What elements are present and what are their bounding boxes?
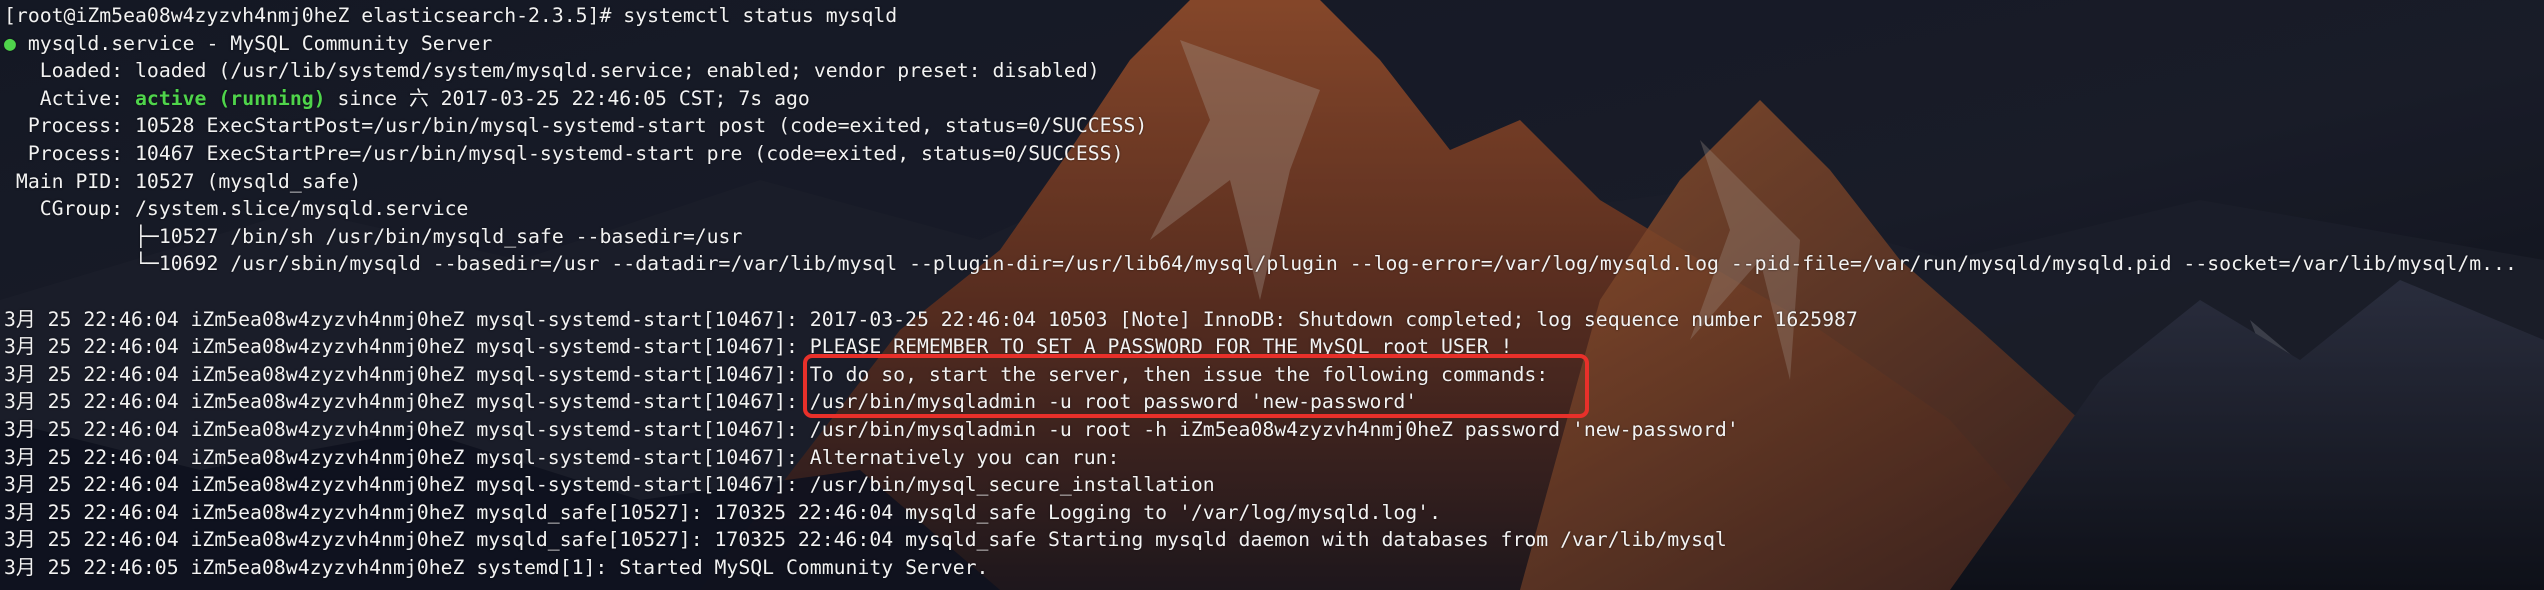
active-label: Active:: [4, 86, 136, 110]
highlight-annotation-box: [803, 354, 1589, 418]
loaded-line: Loaded: loaded (/usr/lib/systemd/system/…: [4, 59, 1100, 83]
log-line: 3月 25 22:46:04 iZm5ea08w4zyzvh4nmj0heZ m…: [4, 500, 1441, 524]
log-line: 3月 25 22:46:04 iZm5ea08w4zyzvh4nmj0heZ m…: [4, 528, 1727, 552]
log-line: 3月 25 22:46:05 iZm5ea08w4zyzvh4nmj0heZ s…: [4, 555, 989, 579]
active-line: Active: active (running) since 六 2017-03…: [4, 85, 2544, 113]
log-line: 3月 25 22:46:04 iZm5ea08w4zyzvh4nmj0heZ m…: [4, 473, 1215, 497]
log-line: 3月 25 22:46:04 iZm5ea08w4zyzvh4nmj0heZ m…: [4, 445, 1120, 469]
cgroup-line: CGroup: /system.slice/mysqld.service: [4, 197, 469, 221]
active-state: active (running): [135, 86, 326, 110]
process-line-pre: Process: 10467 ExecStartPre=/usr/bin/mys…: [4, 141, 1124, 165]
log-line: 3月 25 22:46:04 iZm5ea08w4zyzvh4nmj0heZ m…: [4, 417, 1739, 441]
process-line-post: Process: 10528 ExecStartPost=/usr/bin/my…: [4, 114, 1148, 138]
cgroup-child-mysqld: └─10692 /usr/sbin/mysqld --basedir=/usr …: [4, 252, 2517, 276]
shell-prompt-command: [root@iZm5ea08w4zyzvh4nmj0heZ elasticsea…: [4, 4, 898, 27]
service-title: mysqld.service - MySQL Community Server: [15, 31, 493, 55]
service-header: ● mysqld.service - MySQL Community Serve…: [4, 30, 2544, 58]
cgroup-child-mysqld-safe: ├─10527 /bin/sh /usr/bin/mysqld_safe --b…: [4, 224, 743, 248]
main-pid-line: Main PID: 10527 (mysqld_safe): [4, 169, 362, 193]
active-since: since 六 2017-03-25 22:46:05 CST; 7s ago: [325, 86, 810, 110]
terminal-window[interactable]: [root@iZm5ea08w4zyzvh4nmj0heZ elasticsea…: [0, 0, 2544, 590]
log-line: 3月 25 22:46:04 iZm5ea08w4zyzvh4nmj0heZ m…: [4, 307, 1858, 331]
status-dot-icon: ●: [4, 31, 16, 55]
